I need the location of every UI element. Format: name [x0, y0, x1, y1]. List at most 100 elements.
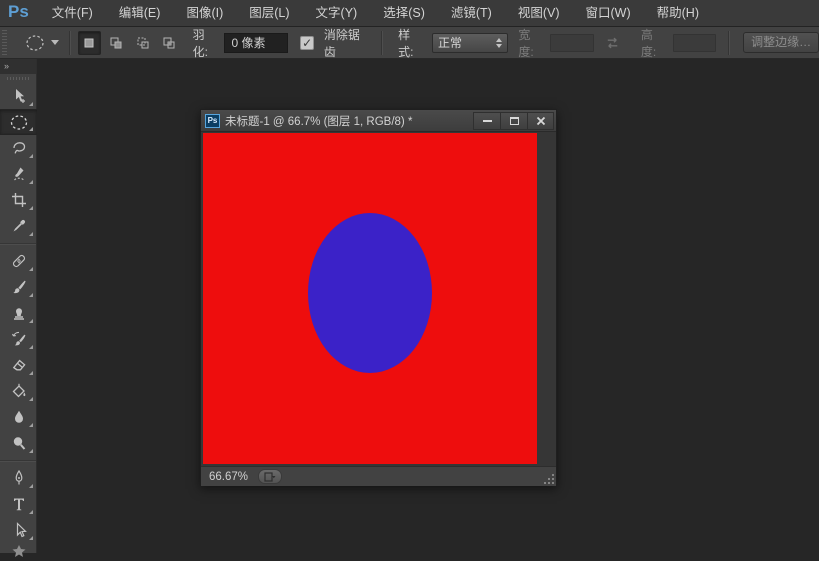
- tool-crop[interactable]: [0, 187, 37, 213]
- tool-options-bar: 羽化: ✓ 消除锯齿 样式: 正常 宽度: 高度: 调整边缘…: [0, 27, 819, 59]
- close-button[interactable]: [527, 111, 554, 130]
- minimize-button[interactable]: [473, 111, 500, 130]
- menu-image[interactable]: 图像(I): [173, 0, 236, 27]
- tool-flyout-indicator: [29, 319, 33, 323]
- eraser-tool-icon: [12, 359, 26, 371]
- tool-flyout-indicator: [29, 371, 33, 375]
- tool-shape[interactable]: [0, 543, 37, 561]
- zoom-level[interactable]: 66.67%: [201, 471, 258, 483]
- document-titlebar[interactable]: Ps 未标题-1 @ 66.7% (图层 1, RGB/8) *: [201, 110, 556, 132]
- document-statusbar: 66.67%: [201, 466, 556, 486]
- move-tool-icon: [15, 89, 25, 103]
- tool-flyout-indicator: [29, 510, 33, 514]
- tool-brush[interactable]: [0, 274, 37, 300]
- width-input: [550, 33, 594, 52]
- menu-type[interactable]: 文字(Y): [303, 0, 371, 27]
- tool-quick-selection[interactable]: [0, 161, 37, 187]
- divider: [728, 30, 730, 55]
- tool-preset-picker[interactable]: [21, 32, 63, 54]
- intersect-selection-icon: [163, 37, 175, 48]
- tool-flyout-indicator: [29, 232, 33, 236]
- height-input: [672, 33, 717, 52]
- menu-view[interactable]: 视图(V): [505, 0, 573, 27]
- tools-panel-collapse-button[interactable]: »: [0, 59, 36, 74]
- shape-tool-icon: [12, 545, 25, 557]
- menu-filter[interactable]: 滤镜(T): [438, 0, 505, 27]
- tool-flyout-indicator: [29, 154, 33, 158]
- options-bar-grip[interactable]: [2, 29, 7, 56]
- subtract-from-selection-button[interactable]: [131, 31, 154, 55]
- path-selection-tool-icon: [16, 522, 27, 538]
- antialias-label: 消除锯齿: [323, 27, 360, 59]
- menu-select[interactable]: 选择(S): [370, 0, 438, 27]
- maximize-button[interactable]: [500, 111, 527, 130]
- history-brush-tool-icon: [11, 331, 25, 346]
- brush-tool-icon: [12, 280, 26, 294]
- maximize-icon: [509, 116, 519, 125]
- feather-label: 羽化:: [192, 27, 208, 59]
- tool-flyout-indicator: [29, 293, 33, 297]
- tool-path-selection[interactable]: [0, 517, 37, 543]
- subtract-from-selection-icon: [137, 37, 149, 48]
- document-info-icon: [264, 471, 276, 482]
- new-selection-button[interactable]: [77, 30, 101, 55]
- tool-pen[interactable]: [0, 465, 37, 491]
- tool-flyout-indicator: [29, 536, 33, 540]
- antialias-checkbox[interactable]: ✓: [300, 35, 314, 50]
- feather-input[interactable]: [224, 32, 289, 53]
- eyedropper-tool-icon: [13, 219, 25, 232]
- tool-type[interactable]: [0, 491, 37, 517]
- tool-flyout-indicator: [29, 484, 33, 488]
- ps-document-icon: Ps: [205, 113, 220, 128]
- pen-tool-icon: [15, 470, 22, 485]
- menu-help[interactable]: 帮助(H): [644, 0, 712, 27]
- style-select[interactable]: 正常: [432, 32, 509, 53]
- tool-clone-stamp[interactable]: [0, 300, 37, 326]
- tool-flyout-indicator: [29, 127, 33, 131]
- tool-flyout-indicator: [29, 423, 33, 427]
- tool-flyout-indicator: [29, 206, 33, 210]
- tool-flyout-indicator: [29, 345, 33, 349]
- menu-edit[interactable]: 编辑(E): [106, 0, 174, 27]
- blue-ellipse-shape: [308, 213, 432, 373]
- clone-stamp-tool-icon: [13, 308, 24, 320]
- width-label: 宽度:: [518, 27, 534, 59]
- add-to-selection-button[interactable]: [105, 31, 128, 55]
- document-canvas[interactable]: [203, 133, 537, 464]
- tool-eyedropper[interactable]: [0, 213, 37, 239]
- tool-blur[interactable]: [0, 404, 37, 430]
- tools-panel: »: [0, 59, 37, 557]
- tool-move[interactable]: [0, 83, 37, 109]
- chevron-down-icon: [50, 40, 59, 45]
- type-tool-icon: [13, 498, 24, 511]
- crop-tool-icon: [11, 193, 26, 207]
- tool-spot-healing-brush[interactable]: [0, 248, 37, 274]
- tool-eraser[interactable]: [0, 352, 37, 378]
- tools-panel-grip[interactable]: [0, 74, 36, 83]
- tool-dodge[interactable]: [0, 430, 37, 456]
- tool-lasso[interactable]: [0, 135, 37, 161]
- spot-healing-brush-tool-icon: [12, 254, 25, 268]
- menu-layer[interactable]: 图层(L): [236, 0, 302, 27]
- document-info-button[interactable]: [258, 469, 283, 484]
- elliptical-marquee-tool-icon: [10, 114, 27, 130]
- close-icon: [536, 116, 545, 125]
- canvas-area[interactable]: [201, 132, 556, 466]
- tool-flyout-indicator: [29, 267, 33, 271]
- menu-file[interactable]: 文件(F): [39, 0, 106, 27]
- tool-history-brush[interactable]: [0, 326, 37, 352]
- refine-edge-button: 调整边缘…: [743, 32, 819, 53]
- minimize-icon: [482, 119, 492, 122]
- spinner-arrows-icon: [496, 37, 503, 48]
- new-selection-icon: [84, 38, 94, 47]
- tool-paint-bucket[interactable]: [0, 378, 37, 404]
- window-controls: [473, 111, 554, 130]
- window-resize-grip[interactable]: [543, 473, 555, 485]
- intersect-selection-button[interactable]: [158, 31, 181, 55]
- height-label: 高度:: [640, 27, 657, 59]
- quick-selection-tool-icon: [13, 167, 24, 181]
- tool-elliptical-marquee[interactable]: [0, 109, 37, 135]
- style-value: 正常: [438, 36, 463, 50]
- menu-window[interactable]: 窗口(W): [573, 0, 644, 27]
- document-window: Ps 未标题-1 @ 66.7% (图层 1, RGB/8) * 66.67%: [200, 109, 557, 486]
